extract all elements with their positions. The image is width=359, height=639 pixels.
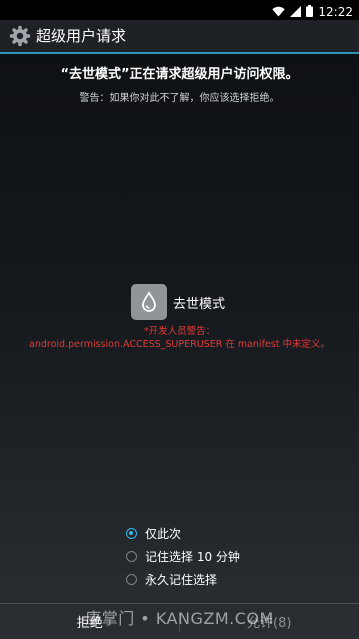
battery-icon	[306, 2, 314, 21]
grant-button[interactable]: 允许(8)	[180, 604, 359, 639]
developer-warning-title: *开发人员警告：	[143, 326, 216, 337]
status-bar: 12:22	[0, 0, 359, 20]
action-bar: 超级用户请求	[0, 20, 359, 54]
status-time: 12:22	[318, 4, 353, 19]
requesting-app: 去世模式	[131, 284, 225, 320]
option-remember-forever[interactable]: 永久记住选择	[126, 568, 240, 591]
option-once-label: 仅此次	[145, 527, 182, 541]
option-remember-forever-label: 永久记住选择	[145, 573, 218, 587]
request-headline: “去世模式”正在请求超级用户访问权限。	[60, 67, 299, 82]
option-remember-10-minutes[interactable]: 记住选择 10 分钟	[126, 545, 240, 568]
remember-options: 仅此次 记住选择 10 分钟 永久记住选择	[126, 522, 240, 591]
app-name: 去世模式	[173, 296, 226, 312]
settings-gear-icon[interactable]	[9, 25, 31, 47]
action-bar-title: 超级用户请求	[36, 27, 127, 45]
wifi-icon	[272, 2, 286, 21]
deny-button[interactable]: 拒绝	[0, 604, 180, 639]
option-remember-10-minutes-label: 记住选择 10 分钟	[145, 550, 240, 564]
option-once[interactable]: 仅此次	[126, 522, 240, 545]
app-icon	[131, 284, 167, 320]
developer-warning: *开发人员警告： android.permission.ACCESS_SUPER…	[0, 325, 359, 351]
radio-once[interactable]	[126, 528, 137, 539]
button-separator	[179, 612, 180, 632]
signal-icon	[290, 2, 302, 21]
developer-warning-detail: android.permission.ACCESS_SUPERUSER 在 ma…	[29, 339, 330, 350]
warning-text: 警告：如果你对此不了解，你应该选择拒绝。	[79, 93, 280, 104]
status-right: 12:22	[272, 2, 353, 21]
radio-remember-forever[interactable]	[126, 574, 137, 585]
radio-remember-10-minutes[interactable]	[126, 551, 137, 562]
